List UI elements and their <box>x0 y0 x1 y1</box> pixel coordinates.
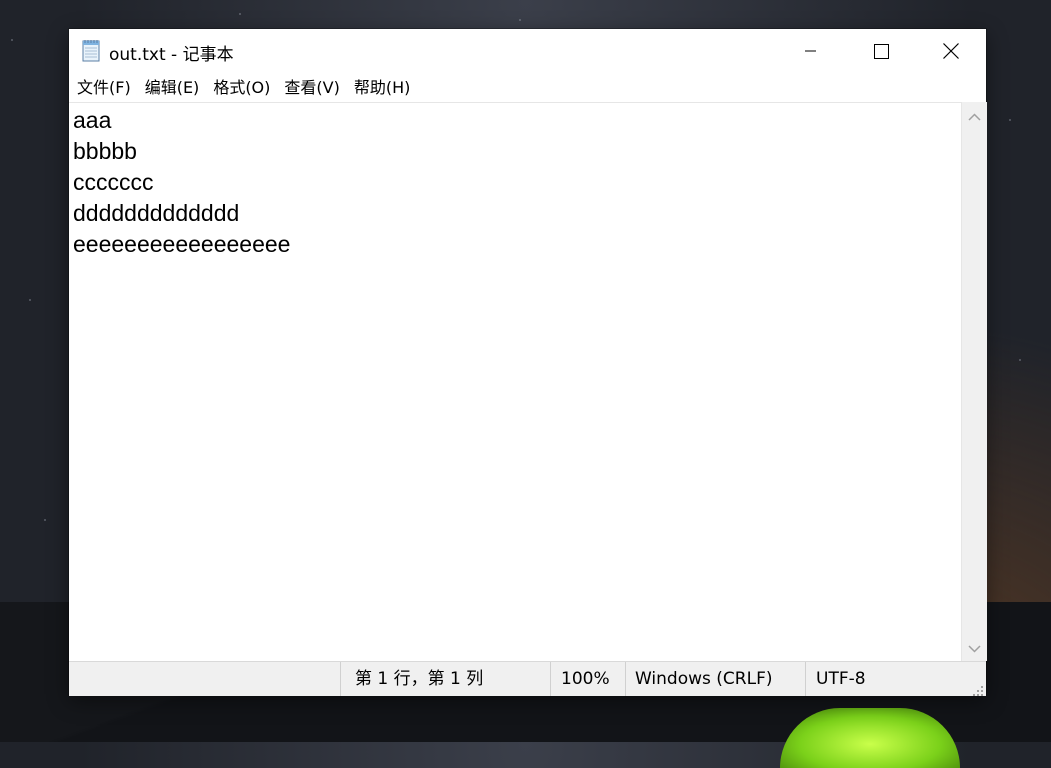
notepad-icon[interactable] <box>81 38 101 62</box>
text-line[interactable]: eeeeeeeeeeeeeeeee <box>69 229 961 260</box>
resize-grip-icon[interactable] <box>972 682 984 696</box>
minimize-icon <box>805 50 816 52</box>
scroll-up-button[interactable] <box>968 110 981 123</box>
scroll-down-button[interactable] <box>968 642 981 655</box>
text-line[interactable]: ddddddddddddd <box>69 198 961 229</box>
chevron-up-icon <box>968 112 981 121</box>
editor-content[interactable]: aaa bbbbb ccccccc ddddddddddddd eeeeeeee… <box>69 103 961 260</box>
maximize-button[interactable] <box>846 29 916 73</box>
menu-edit[interactable]: 编辑(E) <box>138 73 207 102</box>
text-editor[interactable]: aaa bbbbb ccccccc ddddddddddddd eeeeeeee… <box>69 102 961 662</box>
close-button[interactable] <box>916 29 986 73</box>
menu-file[interactable]: 文件(F) <box>70 73 138 102</box>
title-bar[interactable]: out.txt - 记事本 <box>69 29 986 73</box>
notepad-window: out.txt - 记事本 文件(F) 编辑(E) 格式(O) 查看(V) 帮助… <box>69 29 987 696</box>
text-line[interactable]: bbbbb <box>69 136 961 167</box>
status-zoom: 100% <box>550 662 625 696</box>
menu-bar: 文件(F) 编辑(E) 格式(O) 查看(V) 帮助(H) <box>69 73 986 102</box>
menu-format[interactable]: 格式(O) <box>206 73 277 102</box>
menu-view[interactable]: 查看(V) <box>277 73 346 102</box>
text-line[interactable]: aaa <box>69 105 961 136</box>
status-encoding: UTF-8 <box>805 662 986 696</box>
chevron-down-icon <box>968 644 981 653</box>
maximize-icon <box>873 43 889 59</box>
vertical-scrollbar[interactable] <box>961 102 987 661</box>
status-bar: 第 1 行，第 1 列 100% Windows (CRLF) UTF-8 <box>69 661 986 696</box>
text-line[interactable]: ccccccc <box>69 167 961 198</box>
menu-help[interactable]: 帮助(H) <box>347 73 418 102</box>
desktop-tent <box>780 708 960 768</box>
minimize-button[interactable] <box>776 29 846 73</box>
window-title: out.txt - 记事本 <box>109 45 234 65</box>
close-icon <box>943 43 959 59</box>
status-cursor-position: 第 1 行，第 1 列 <box>340 662 550 696</box>
status-line-ending: Windows (CRLF) <box>625 662 805 696</box>
